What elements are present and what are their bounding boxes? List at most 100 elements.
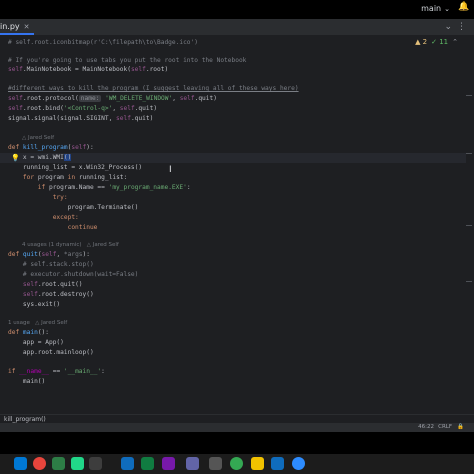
token: try: [8, 194, 68, 201]
teams-icon[interactable] [186, 457, 199, 470]
token: (): [37, 329, 49, 336]
onenote-icon[interactable] [162, 457, 175, 470]
token: __name__ [19, 368, 49, 375]
branch-label: main [421, 4, 442, 13]
token: '<Control-q>' [63, 105, 113, 112]
taskbar [0, 454, 474, 474]
close-tab-icon[interactable]: ✕ [24, 23, 30, 31]
editor-tab-bar: in.py ✕ ⌄ ⋮ [0, 19, 474, 36]
status-bar: 46:22 CRLF 🔒 [0, 423, 474, 432]
token: running_list = x.Win32_Process() [8, 164, 143, 171]
code-line: except: [0, 213, 466, 223]
code-line: self.root.bind('<Control-q>', self.quit) [0, 104, 466, 114]
token: def [8, 144, 23, 151]
line-separator[interactable]: CRLF [438, 423, 452, 432]
token: self [179, 95, 195, 102]
token: self [119, 105, 135, 112]
token: .root.bind( [22, 105, 64, 112]
token: app.root.mainloop() [8, 349, 94, 356]
token: () [63, 154, 72, 161]
token: kill_program [22, 144, 68, 151]
tab-label: in.py [0, 22, 20, 31]
code-line: for program in running_list: [0, 173, 466, 183]
usages-hint[interactable]: 4 usages (1 dynamic) △ Jared Self [22, 241, 119, 250]
code-line: # executor.shutdown(wait=False) [0, 270, 466, 280]
token: program.Name == [48, 184, 109, 191]
token: def [8, 329, 23, 336]
token: app = App() [8, 339, 64, 346]
token: main [22, 329, 38, 336]
code-line: self.root.quit() [0, 280, 466, 290]
token: : [186, 184, 191, 191]
token: .quit) [130, 115, 154, 122]
windows-start-icon[interactable] [14, 457, 27, 470]
token: self [130, 66, 146, 73]
notifications-bell-icon[interactable]: 🔔 [458, 2, 469, 12]
code-line: def kill_program(self): [0, 143, 466, 153]
token: , [172, 95, 180, 102]
token: program [37, 174, 68, 181]
excel-icon[interactable] [141, 457, 154, 470]
branch-selector[interactable]: main ⌄ [421, 4, 450, 13]
comment: # executor.shutdown(wait=False) [8, 271, 139, 278]
chat-icon[interactable] [89, 457, 102, 470]
tab-list-chevron-icon[interactable]: ⌄ [444, 19, 452, 35]
code-line: sys.exit() [0, 300, 466, 310]
code-line: # self.root.iconbitmap(r'C:\filepath\to\… [0, 38, 466, 48]
code-editor[interactable]: ▲ 2 ✓ 11 ⌃ # self.root.iconbitmap(r'C:\fil… [0, 35, 474, 414]
token: self [8, 66, 23, 73]
token: == [49, 368, 64, 375]
tab-main-py[interactable]: in.py ✕ [0, 19, 34, 35]
code-line: app = App() [0, 338, 466, 348]
terminal-icon[interactable] [121, 457, 134, 470]
token: .MainNotebook = MainNotebook( [22, 66, 131, 73]
token: if [8, 368, 20, 375]
token: .root.quit() [37, 281, 83, 288]
token: , [56, 251, 64, 258]
chrome-profile-icon[interactable] [230, 457, 243, 470]
photos-icon[interactable] [52, 457, 65, 470]
code-line: signal.signal(signal.SIGINT, self.quit) [0, 114, 466, 124]
code-line: def quit(self, *args): [0, 250, 466, 260]
usages-hint[interactable]: 1 usage △ Jared Self [8, 319, 67, 328]
dots-icon[interactable] [209, 457, 222, 470]
token: .root.protocol( [22, 95, 79, 102]
token: program.Terminate() [8, 204, 139, 211]
token: 'WM_DELETE_WINDOW' [105, 95, 173, 102]
lock-icon[interactable]: 🔒 [457, 423, 464, 432]
code-line: main() [0, 377, 466, 387]
pycharm-icon[interactable] [71, 457, 84, 470]
code-line: self .root.protocol(name: 'WM_DELETE_WIND… [0, 94, 466, 104]
code-line: # self.stack.stop() [0, 260, 466, 270]
screen-gap [0, 432, 474, 454]
param-hint: name: [78, 95, 102, 102]
token: : [101, 368, 105, 375]
code-line: continue [0, 223, 466, 233]
token: self [22, 281, 38, 288]
token: .quit) [194, 95, 217, 102]
token: sys.exit() [8, 301, 61, 308]
token: self [22, 291, 38, 298]
token: ): [86, 144, 94, 151]
token: self [41, 251, 57, 258]
breadcrumb-item[interactable]: kill_program() [4, 416, 46, 423]
comment: # self.stack.stop() [8, 261, 94, 268]
token: except: [8, 214, 79, 221]
editor-scrollbar[interactable] [466, 35, 472, 414]
chrome-icon[interactable] [33, 457, 46, 470]
token: x = wmi.WMI [8, 154, 64, 161]
outlook-icon[interactable] [271, 457, 284, 470]
current-code-line: 💡 x = wmi.WMI() [0, 153, 466, 163]
more-options-icon[interactable]: ⋮ [457, 19, 466, 35]
caret-position[interactable]: 46:22 [418, 423, 434, 432]
author-hint[interactable]: △ Jared Self [22, 134, 54, 143]
token: main() [8, 378, 46, 385]
token: ): [82, 251, 90, 258]
token: continue [8, 224, 98, 231]
paint-icon[interactable] [251, 457, 264, 470]
token: def [8, 251, 23, 258]
code-line: def main(): [0, 328, 466, 338]
zoom-icon[interactable] [292, 457, 305, 470]
